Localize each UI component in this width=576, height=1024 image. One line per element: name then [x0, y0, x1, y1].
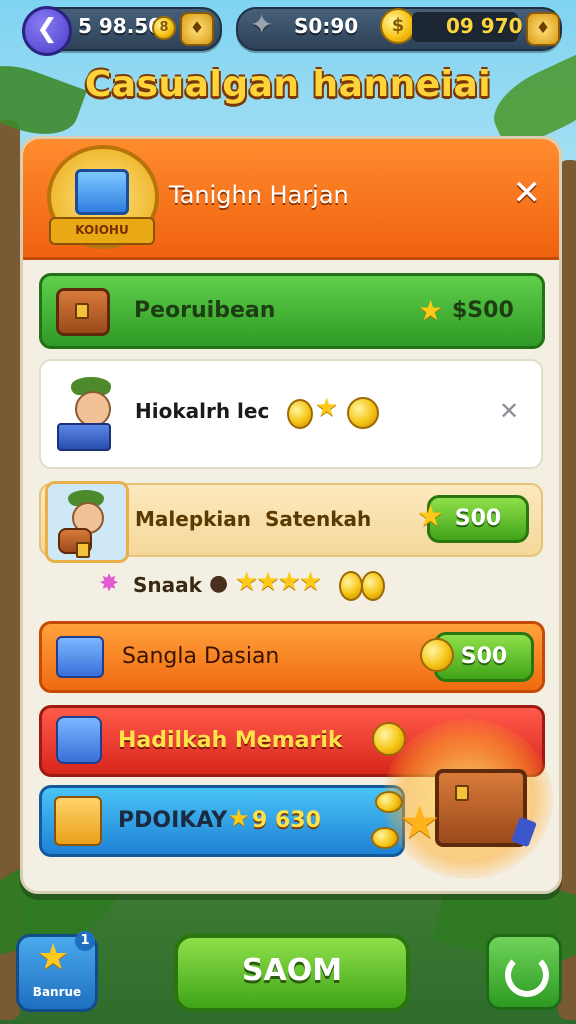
add-gold-button[interactable]: ♦ [526, 12, 560, 46]
shop-panel: KOIOHU Tanighn Harjan ✕ Peoruibean ★ $S0… [20, 136, 562, 894]
coin-icon [371, 827, 399, 849]
shop-row-7[interactable]: PDOIKAY ★ 9 630 [39, 785, 405, 857]
shop-row-5[interactable]: Sangla Dasian S00 [39, 621, 545, 693]
coin-icon: $ [380, 8, 416, 44]
close-button[interactable]: ✕ [513, 173, 542, 213]
notification-badge: 1 [75, 931, 95, 951]
row-5-price: S00 [460, 644, 508, 669]
dismiss-icon[interactable]: ✕ [499, 397, 519, 425]
back-arrow-icon: ❮ [36, 14, 58, 44]
star-icon: ★ [315, 393, 339, 423]
row-4-label: Snaak [133, 573, 202, 597]
scroll-box-icon [54, 796, 102, 846]
treasure-chest-icon [58, 528, 92, 558]
top-bar: ❮ 5 98.50 8 ♦ ✦ S0:90 $ 09 970 ♦ [0, 0, 576, 56]
coin-icon [339, 571, 363, 601]
explorer-avatar [45, 481, 129, 563]
coin-icon [347, 397, 379, 429]
row-1-price: $S00 [452, 298, 514, 323]
coin-icon [361, 571, 385, 601]
game-title: Casualgan hanneiai [84, 64, 492, 105]
star-icon: ★ [228, 804, 250, 832]
star-icon: ★ [37, 937, 70, 978]
bonus-label: Banrue [32, 985, 82, 999]
star-icon: ★ [399, 795, 441, 849]
bonus-button[interactable]: ★ 1 Banrue [16, 931, 98, 1012]
gift-box-icon [56, 636, 104, 678]
treasure-chest-icon [56, 288, 110, 336]
trophy-badge-icon: KOIOHU [41, 145, 159, 255]
back-button[interactable]: ❮ [22, 6, 72, 56]
coin-icon [375, 791, 403, 813]
row-2-label: Hiokalrh lec [135, 399, 270, 423]
currency-left-value: 5 98.50 [78, 14, 163, 38]
coin-icon [287, 399, 313, 429]
currency-right-value: 09 970 [446, 14, 523, 38]
row-5-label: Sangla Dasian [122, 644, 280, 669]
rating-line: ✸ Snaak ● ★★★★ [99, 567, 539, 607]
bag-icon [56, 716, 102, 764]
panel-title: Tanighn Harjan [169, 181, 349, 209]
star-rating-icon: ★★★★ [235, 567, 322, 597]
panel-header: KOIOHU Tanighn Harjan ✕ [23, 139, 559, 260]
shop-row-3[interactable]: Malepkian Satenkah S00 ★ [39, 481, 543, 563]
star-icon: ★ [417, 499, 444, 534]
row-3-price: S00 [454, 506, 502, 531]
row-7-label: PDOIKAY [118, 808, 228, 833]
explorer-avatar [53, 375, 129, 451]
tablet-icon [75, 169, 129, 215]
refresh-button[interactable] [486, 934, 562, 1010]
refresh-icon [505, 953, 549, 997]
coin-icon: 8 [152, 16, 176, 40]
currency-mid-value: S0:90 [294, 14, 359, 38]
shop-row-2[interactable]: Hiokalrh lec ★ ✕ [39, 359, 543, 469]
star-icon: ★ [418, 294, 444, 327]
badge-ribbon: KOIOHU [49, 217, 155, 245]
coin-icon [420, 638, 454, 672]
hammer-icon: ✦ [250, 8, 274, 41]
row-1-label: Peoruibean [134, 298, 276, 323]
toolbox-icon [57, 423, 111, 451]
main-action-button[interactable]: SAOM [174, 934, 410, 1012]
face-icon [75, 391, 111, 427]
add-currency-button[interactable]: ♦ [180, 12, 214, 46]
close-icon: ✕ [512, 173, 542, 213]
shop-row-1[interactable]: Peoruibean ★ $S00 [39, 273, 545, 349]
row-6-label: Hadilkah Memarik [118, 728, 343, 753]
row-3-label: Malepkian Satenkah [135, 507, 372, 531]
character-icon: ● [209, 571, 229, 596]
gem-icon: ✸ [99, 569, 120, 597]
row-7-price: 9 630 [252, 808, 321, 833]
